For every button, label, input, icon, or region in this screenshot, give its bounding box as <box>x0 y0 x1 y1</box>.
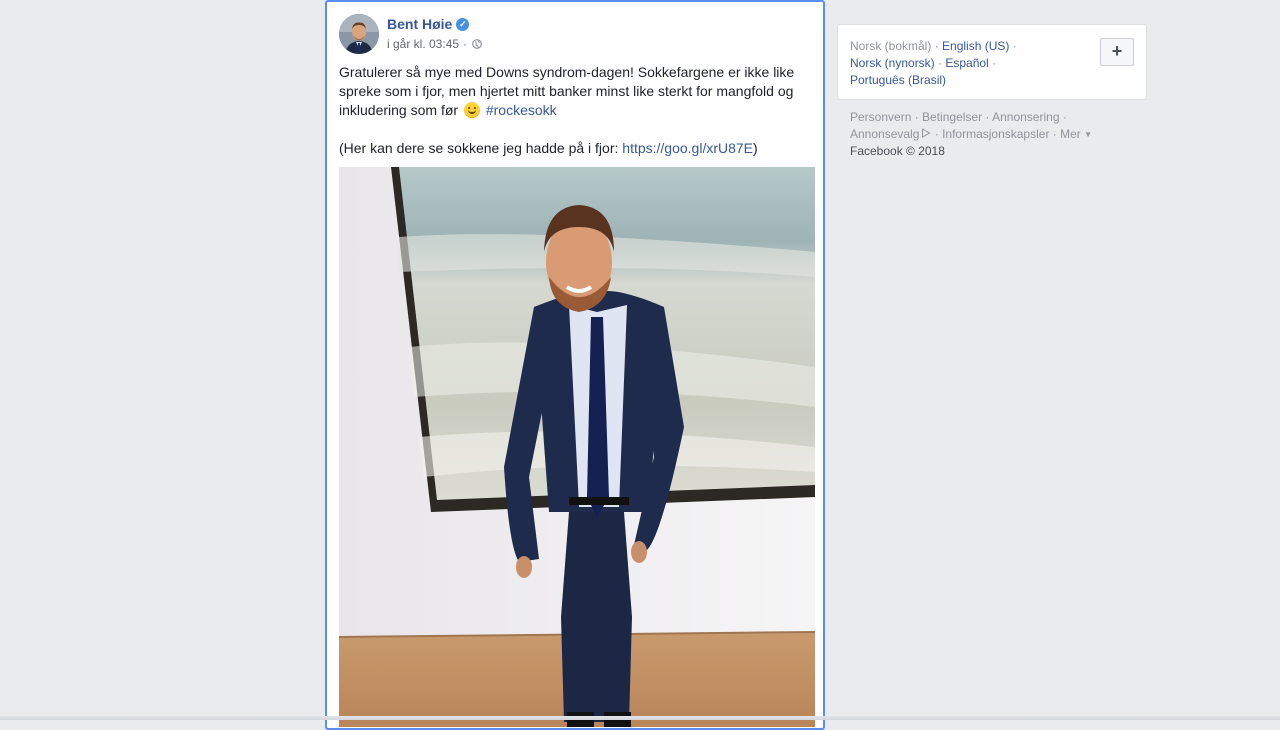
author-name[interactable]: Bent Høie <box>387 16 452 32</box>
bottom-edge-shadow <box>0 716 1280 720</box>
post-text: Gratulerer så mye med Downs syndrom-dage… <box>339 63 809 158</box>
post-paragraph-1: Gratulerer så mye med Downs syndrom-dage… <box>339 63 809 120</box>
post-meta: i går kl. 03:45 · <box>387 37 482 51</box>
footer-link-adchoices[interactable]: Annonsevalg <box>850 127 919 141</box>
smiling-face-icon <box>463 102 480 118</box>
current-language: Norsk (bokmål) <box>850 39 932 53</box>
language-portugues-brasil[interactable]: Português (Brasil) <box>850 73 946 87</box>
add-language-button[interactable]: + <box>1100 38 1134 66</box>
copyright: Facebook © 2018 <box>850 144 945 158</box>
author-avatar[interactable] <box>339 14 379 54</box>
footer-link-more[interactable]: Mer <box>1060 127 1081 141</box>
post-timestamp[interactable]: i går kl. 03:45 <box>387 37 459 51</box>
author-name-link[interactable]: Bent Høie ✓ <box>387 16 470 32</box>
globe-icon[interactable] <box>472 39 482 49</box>
language-selector-box: Norsk (bokmål) · English (US) · Norsk (n… <box>837 24 1147 100</box>
footer-links: Personvern · Betingelser · Annonsering ·… <box>850 110 1093 158</box>
footer-link-advertising[interactable]: Annonsering <box>992 110 1059 124</box>
footer-link-cookies[interactable]: Informasjonskapsler <box>942 127 1049 141</box>
language-espanol[interactable]: Español <box>945 56 988 70</box>
post-link-prefix: (Her kan dere se sokkene jeg hadde på i … <box>339 140 623 156</box>
post-body-text: Gratulerer så mye med Downs syndrom-dage… <box>339 64 795 118</box>
post-photo[interactable] <box>339 167 815 727</box>
post-paragraph-2: (Her kan dere se sokkene jeg hadde på i … <box>339 139 809 158</box>
external-link[interactable]: https://goo.gl/xrU87E <box>622 140 753 156</box>
hashtag-link[interactable]: #rockesokk <box>486 102 557 118</box>
post-link-suffix: ) <box>753 140 758 156</box>
caret-down-icon[interactable]: ▼ <box>1084 130 1092 139</box>
language-english-us[interactable]: English (US) <box>942 39 1009 53</box>
adchoices-icon[interactable] <box>921 128 931 138</box>
language-list: Norsk (bokmål) · English (US) · Norsk (n… <box>850 39 1017 87</box>
meta-separator: · <box>463 37 468 51</box>
language-norsk-nynorsk[interactable]: Norsk (nynorsk) <box>850 56 935 70</box>
verified-badge-icon: ✓ <box>456 17 470 31</box>
footer-link-terms[interactable]: Betingelser <box>922 110 982 124</box>
post-card: Bent Høie ✓ i går kl. 03:45 · Gratulerer… <box>325 0 825 730</box>
footer-link-privacy[interactable]: Personvern <box>850 110 911 124</box>
